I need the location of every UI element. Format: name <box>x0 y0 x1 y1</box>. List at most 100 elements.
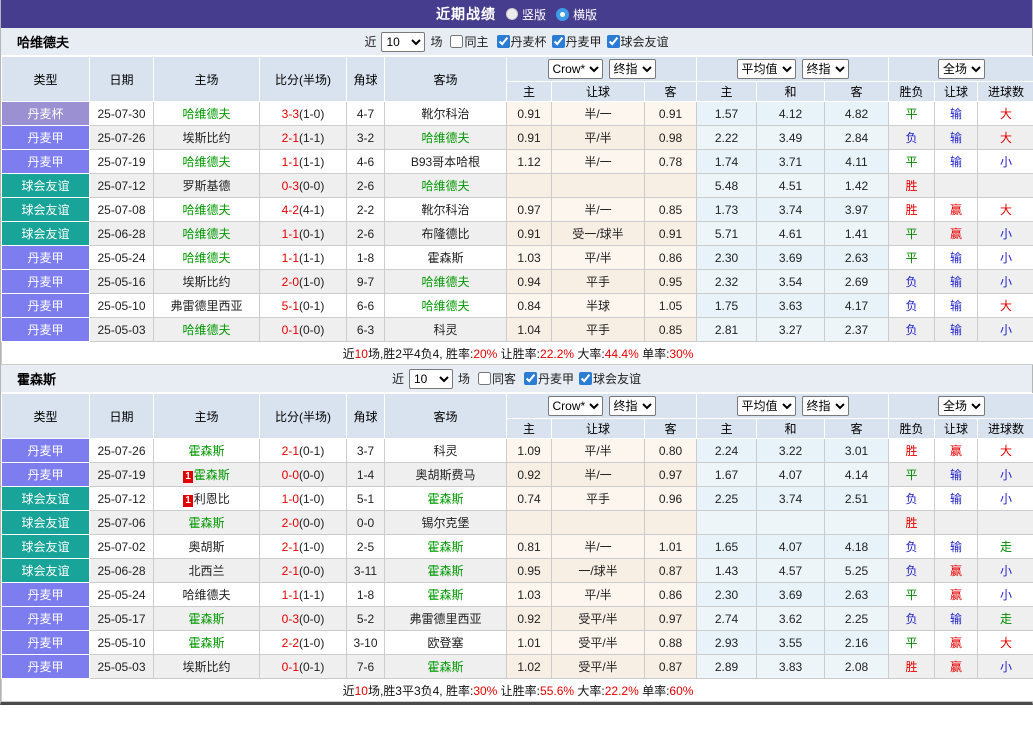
radio-unselected-icon[interactable] <box>505 8 518 20</box>
result-goals-cell: 大 <box>977 101 1033 126</box>
avg-draw-cell: 3.22 <box>756 438 825 463</box>
avg-away-cell: 1.41 <box>823 221 890 246</box>
score-cell: 4-2(4-1) <box>259 197 347 222</box>
team-name-text: 哈维德夫 <box>182 155 231 169</box>
summary-segment: 60% <box>669 683 694 698</box>
team-name-text: 霍森斯 <box>188 612 225 626</box>
scope-select[interactable]: 全场 <box>938 396 986 416</box>
match-row: 丹麦甲 25-05-10 霍森斯 2-2(1-0) 3-10 欧登塞 1.01 … <box>1 630 1033 655</box>
league-filters: 丹麦杯 丹麦甲 球会友谊 <box>492 33 669 51</box>
near-label: 近 <box>391 372 404 386</box>
match-row: 丹麦甲 25-05-03 哈维德夫 0-1(0-0) 6-3 科灵 1.04 平… <box>1 317 1033 342</box>
summary-segment: 20% <box>473 346 498 361</box>
col-header-date: 日期 <box>89 393 154 439</box>
away-team-cell: 科灵 <box>384 317 507 342</box>
avg-home-cell: 5.48 <box>696 173 757 198</box>
score-cell: 2-0(0-0) <box>259 510 347 535</box>
avg-draw-cell: 3.69 <box>756 245 825 270</box>
league-filter[interactable]: 球会友谊 <box>602 33 669 50</box>
result-handicap-cell: 输 <box>934 486 979 511</box>
avg-select[interactable]: 平均值 <box>736 59 796 79</box>
odds-final-select[interactable]: 终指 <box>608 59 656 79</box>
same-venue-checkbox[interactable] <box>477 372 491 385</box>
league-checkbox[interactable] <box>496 34 510 48</box>
avg-away-cell: 2.16 <box>823 630 890 655</box>
avg-draw-cell: 3.55 <box>756 630 825 655</box>
halftime-score: (1-0) <box>299 491 325 506</box>
team-name-text: 奥胡斯费马 <box>415 468 476 482</box>
summary-segment: 10 <box>354 683 368 698</box>
avg-draw-cell: 3.63 <box>756 293 825 318</box>
date-cell: 25-07-19 <box>89 149 154 174</box>
result-handicap-cell: 输 <box>934 245 979 270</box>
league-checkbox[interactable] <box>606 34 620 48</box>
odds-handicap-cell: 半/一 <box>551 197 645 222</box>
avg-final-select[interactable]: 终指 <box>801 396 849 416</box>
avg-away-cell: 4.17 <box>823 293 890 318</box>
bookmaker-select[interactable]: Crow* <box>547 396 603 416</box>
halftime-score: (1-0) <box>299 274 325 289</box>
home-team-cell: 霍森斯 <box>153 438 260 463</box>
match-row: 丹麦甲 25-07-19 哈维德夫 1-1(1-1) 4-6 B93哥本哈根 1… <box>1 149 1033 174</box>
scope-select[interactable]: 全场 <box>938 59 986 79</box>
col-header-odds-home: 主 <box>506 418 552 439</box>
odds-final-select[interactable]: 终指 <box>608 396 656 416</box>
view-option-vertical[interactable]: 竖版 <box>505 6 546 23</box>
avg-away-cell: 2.69 <box>823 269 890 294</box>
date-cell: 25-07-06 <box>89 510 154 535</box>
match-count-select[interactable]: 10 <box>381 31 426 52</box>
corner-cell: 6-6 <box>346 293 385 318</box>
result-outcome-cell: 负 <box>888 317 936 342</box>
avg-draw-cell: 4.61 <box>756 221 825 246</box>
summary-segment: 让胜率: <box>497 346 541 361</box>
team-section-away: 霍森斯 近 10 场 同客 丹麦甲 球会友谊 类型 日期 主场 比分(半场) 角… <box>0 365 1033 702</box>
matches-label: 场 <box>457 372 470 386</box>
match-row: 丹麦甲 25-07-26 霍森斯 2-1(0-1) 3-7 科灵 1.09 平/… <box>1 438 1033 463</box>
score-cell: 2-0(1-0) <box>259 269 347 294</box>
same-venue-checkbox[interactable] <box>450 35 464 48</box>
avg-group-header: 平均值 终指 <box>695 393 890 419</box>
result-outcome-cell: 负 <box>888 293 936 318</box>
page-title: 近期战绩 <box>435 6 496 22</box>
view-option-horizontal[interactable]: 横版 <box>556 6 597 23</box>
league-type-cell: 丹麦甲 <box>1 269 90 294</box>
result-handicap-cell: 输 <box>934 125 979 150</box>
corner-cell: 0-0 <box>346 510 385 535</box>
away-team-cell: 布隆德比 <box>384 221 507 246</box>
same-venue-filter[interactable]: 同主 <box>445 33 489 50</box>
league-checkbox[interactable] <box>524 371 537 385</box>
odds-home-cell: 1.03 <box>506 245 552 270</box>
avg-select[interactable]: 平均值 <box>736 396 796 416</box>
home-team-cell: 哈维德夫 <box>153 197 260 222</box>
league-filter[interactable]: 丹麦甲 <box>519 370 574 387</box>
avg-final-select[interactable]: 终指 <box>801 59 849 79</box>
avg-home-cell: 1.73 <box>696 197 757 222</box>
halftime-score: (4-1) <box>299 202 325 217</box>
odds-away-cell: 0.85 <box>644 317 697 342</box>
bookmaker-select[interactable]: Crow* <box>547 59 603 79</box>
same-venue-filter[interactable]: 同客 <box>473 370 516 387</box>
team-name-text: 哈维德夫 <box>182 323 231 337</box>
result-goals-cell <box>977 173 1033 198</box>
odds-away-cell: 0.97 <box>644 606 697 631</box>
league-checkbox[interactable] <box>551 34 565 48</box>
col-header-odds-handicap: 让球 <box>551 81 645 102</box>
match-count-select[interactable]: 10 <box>408 368 453 389</box>
avg-home-cell: 2.89 <box>696 654 757 679</box>
col-header-score: 比分(半场) <box>259 56 347 102</box>
league-filter[interactable]: 球会友谊 <box>574 370 641 387</box>
odds-home-cell: 0.94 <box>506 269 552 294</box>
league-filter[interactable]: 丹麦甲 <box>547 33 602 50</box>
fulltime-score: 5-1 <box>281 298 299 313</box>
radio-selected-icon[interactable] <box>556 7 569 21</box>
filter-bar: 哈维德夫 近 10 场 同主 丹麦杯 丹麦甲 球会友谊 <box>1 28 1032 56</box>
corner-cell: 2-2 <box>346 197 385 222</box>
league-type-cell: 丹麦甲 <box>1 462 90 487</box>
summary-segment: 30% <box>473 683 498 698</box>
avg-home-cell: 2.24 <box>696 438 757 463</box>
avg-draw-cell: 4.07 <box>756 462 825 487</box>
result-outcome-cell: 平 <box>888 245 936 270</box>
team-name-text: 利恩比 <box>193 492 230 506</box>
league-filter[interactable]: 丹麦杯 <box>492 33 547 50</box>
league-checkbox[interactable] <box>579 371 593 385</box>
